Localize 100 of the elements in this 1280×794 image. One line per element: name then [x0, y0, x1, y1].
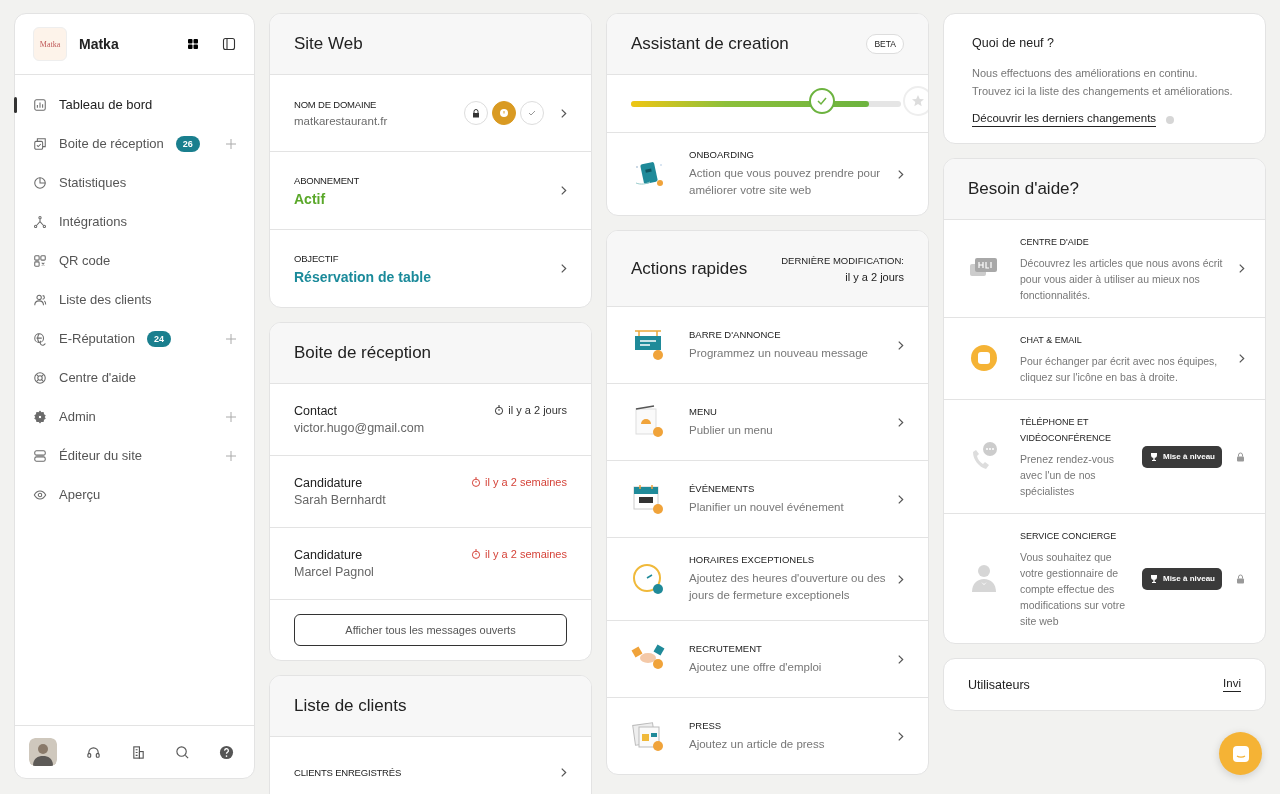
timer-icon: [494, 405, 505, 415]
settings-row[interactable]: ABONNEMENT Actif: [270, 152, 591, 230]
sidebar-item[interactable]: Intégrations: [15, 202, 254, 241]
action-description: Ajoutez des heures d'ouverture ou des jours de fermeture exceptionels: [689, 571, 887, 603]
message-time: il y a 2 jours: [494, 404, 567, 416]
headset-icon[interactable]: [86, 744, 102, 760]
sidebar-toggle-icon[interactable]: [222, 37, 236, 51]
card-title: Besoin d'aide?: [968, 179, 1079, 199]
action-title: BARRE D'ANNONCE: [689, 328, 782, 340]
chart-icon: [33, 97, 47, 112]
calendar-icon: [631, 482, 665, 516]
action-row[interactable]: HORAIRES EXCEPTIONELS Ajoutez des heures d'ouverture ou des jours de fermeture exceptionels: [607, 538, 928, 621]
help-row[interactable]: CENTRE D'AIDE Découvrez les articles que nous avons écrit pour vous aider à utiliser au mieux nos fonctionnalités.: [944, 220, 1265, 318]
avatar[interactable]: [29, 738, 57, 766]
action-row[interactable]: BARRE D'ANNONCE Programmez un nouveau message: [607, 307, 928, 384]
chat-icon: [1231, 744, 1250, 763]
grid-icon[interactable]: [186, 37, 200, 51]
card-title: Quoi de neuf ?: [972, 36, 1055, 50]
chevron-icon: [897, 573, 904, 585]
settings-row[interactable]: NOM DE DOMAINE matkarestaurant.fr: [270, 75, 591, 152]
logo[interactable]: Matka: [33, 27, 67, 61]
action-description: Action que vous pouvez prendre pour améliorer votre site web: [689, 166, 882, 198]
chevron-icon: [897, 653, 904, 665]
action-title: ÉVÉNEMENTS: [689, 482, 756, 494]
action-description: Programmez un nouveau message: [689, 345, 869, 361]
upgrade-button[interactable]: Mise à niveau: [1141, 567, 1222, 590]
field-label: OBJECTIF: [294, 252, 340, 264]
message-type: Candidature: [294, 476, 364, 490]
chevron-icon: [560, 766, 567, 778]
message-type: Candidature: [294, 548, 364, 562]
help-row[interactable]: TÉLÉPHONE ET VIDÉOCONFÉRENCE Prenez rendez-vous avec l'un de nos spécialistes Mise à niveau: [944, 400, 1265, 514]
lock-icon: [1236, 451, 1245, 462]
sidebar-item[interactable]: Statistiques: [15, 163, 254, 202]
help-description: Prenez rendez-vous avec l'un de nos spécialistes: [1020, 452, 1115, 499]
sidebar-item[interactable]: Tableau de bord: [15, 85, 254, 124]
action-row[interactable]: ÉVÉNEMENTS Planifier un nouvel événement: [607, 461, 928, 538]
action-title: HORAIRES EXCEPTIONELS: [689, 554, 816, 565]
action-description: Ajoutez une offre d'emploi: [689, 659, 823, 675]
sidebar-item[interactable]: Éditeur du site: [15, 436, 254, 475]
show-messages-button[interactable]: Afficher tous les messages ouverts: [294, 614, 567, 646]
action-title: PRESS: [689, 719, 723, 731]
building-icon[interactable]: [130, 744, 146, 760]
chevron-icon: [897, 168, 904, 180]
sidebar-item[interactable]: Aperçu: [15, 475, 254, 514]
newspaper-icon: [631, 719, 665, 753]
help-title: SERVICE CONCIERGE: [1020, 530, 1118, 543]
message-row[interactable]: Candidature Marcel Pagnol il y a 2 semaines: [270, 528, 591, 600]
sidebar-item[interactable]: Admin: [15, 397, 254, 436]
action-row[interactable]: PRESS Ajoutez un article de press: [607, 698, 928, 774]
clock-icon: [631, 562, 665, 596]
sidebar-item[interactable]: E-Réputation 24: [15, 319, 254, 358]
message-row[interactable]: Contact victor.hugo@gmail.com il y a 2 jours: [270, 384, 591, 456]
chevron-icon: [560, 107, 567, 119]
settings-icon: [33, 409, 47, 424]
field-label: CLIENTS ENREGISTRÉS: [294, 766, 403, 778]
dot-icon: [1166, 115, 1175, 124]
invite-link[interactable]: Invi: [1223, 677, 1241, 692]
message-sender: Marcel Pagnol: [294, 565, 374, 579]
settings-row[interactable]: OBJECTIF Réservation de table: [270, 230, 591, 307]
help-row[interactable]: SERVICE CONCIERGE Vous souhaitez que votre gestionnaire de compte effectue des modifications sur votre site web Mise à niveau: [944, 514, 1265, 643]
chevron-icon: [897, 416, 904, 428]
onboarding-row[interactable]: ONBOARDING Action que vous pouvez prendre pour améliorer votre site web: [607, 133, 928, 215]
sidebar-item[interactable]: Liste des clients: [15, 280, 254, 319]
message-row[interactable]: Candidature Sarah Bernhardt il y a 2 semaines: [270, 456, 591, 528]
help-icon[interactable]: [219, 744, 234, 760]
action-row[interactable]: MENU Publier un menu: [607, 384, 928, 461]
help-title: TÉLÉPHONE ET VIDÉOCONFÉRENCE: [1020, 416, 1112, 445]
help-description: Vous souhaitez que votre gestionnaire de compte effectue des modifications sur votre site web: [1020, 550, 1127, 629]
upgrade-button[interactable]: Mise à niveau: [1141, 445, 1222, 468]
chevron-icon: [897, 730, 904, 742]
inbox-icon: [33, 136, 47, 151]
help-description: Pour échanger par écrit avec nos équipes, cliquez sur l'icône en bas à droite.: [1020, 354, 1219, 385]
changelog-link[interactable]: Découvrir les derniers changements: [972, 112, 1157, 127]
card-title: Site Web: [294, 34, 363, 54]
trophy-icon: [1148, 573, 1159, 584]
action-title: RECRUTEMENT: [689, 642, 763, 654]
help-row[interactable]: CHAT & EMAIL Pour échanger par écrit avec nos équipes, cliquez sur l'icône en bas à droite.: [944, 318, 1265, 400]
sidebar-item[interactable]: Boite de réception 26: [15, 124, 254, 163]
lock-icon: [1236, 573, 1245, 584]
message-sender: victor.hugo@gmail.com: [294, 421, 425, 435]
field-value: Actif: [294, 190, 327, 207]
sidebar-item[interactable]: Centre d'aide: [15, 358, 254, 397]
modified-label: DERNIÈRE MODIFICATION:: [781, 254, 904, 266]
action-description: Planifier un nouvel événement: [689, 499, 845, 515]
settings-row[interactable]: CLIENTS ENREGISTRÉS: [270, 737, 591, 794]
eye-icon: [33, 487, 47, 502]
action-row[interactable]: RECRUTEMENT Ajoutez une offre d'emploi: [607, 621, 928, 698]
chevron-icon: [1238, 263, 1245, 274]
sidebar-item[interactable]: QR code: [15, 241, 254, 280]
users-icon: [33, 292, 47, 307]
search-icon[interactable]: [174, 744, 190, 760]
count-badge: 26: [175, 135, 200, 152]
check-icon: [808, 87, 835, 114]
chevron-icon: [560, 263, 567, 274]
action-description: Ajoutez un article de press: [689, 736, 826, 752]
layout-icon: [33, 448, 47, 463]
field-value: Réservation de table: [294, 268, 432, 285]
chevron-icon: [560, 185, 567, 196]
help-description: Découvrez les articles que nous avons écrit pour vous aider à utiliser au mieux nos fonctionnalités.: [1020, 256, 1224, 303]
lifebuoy-icon: [33, 370, 47, 385]
